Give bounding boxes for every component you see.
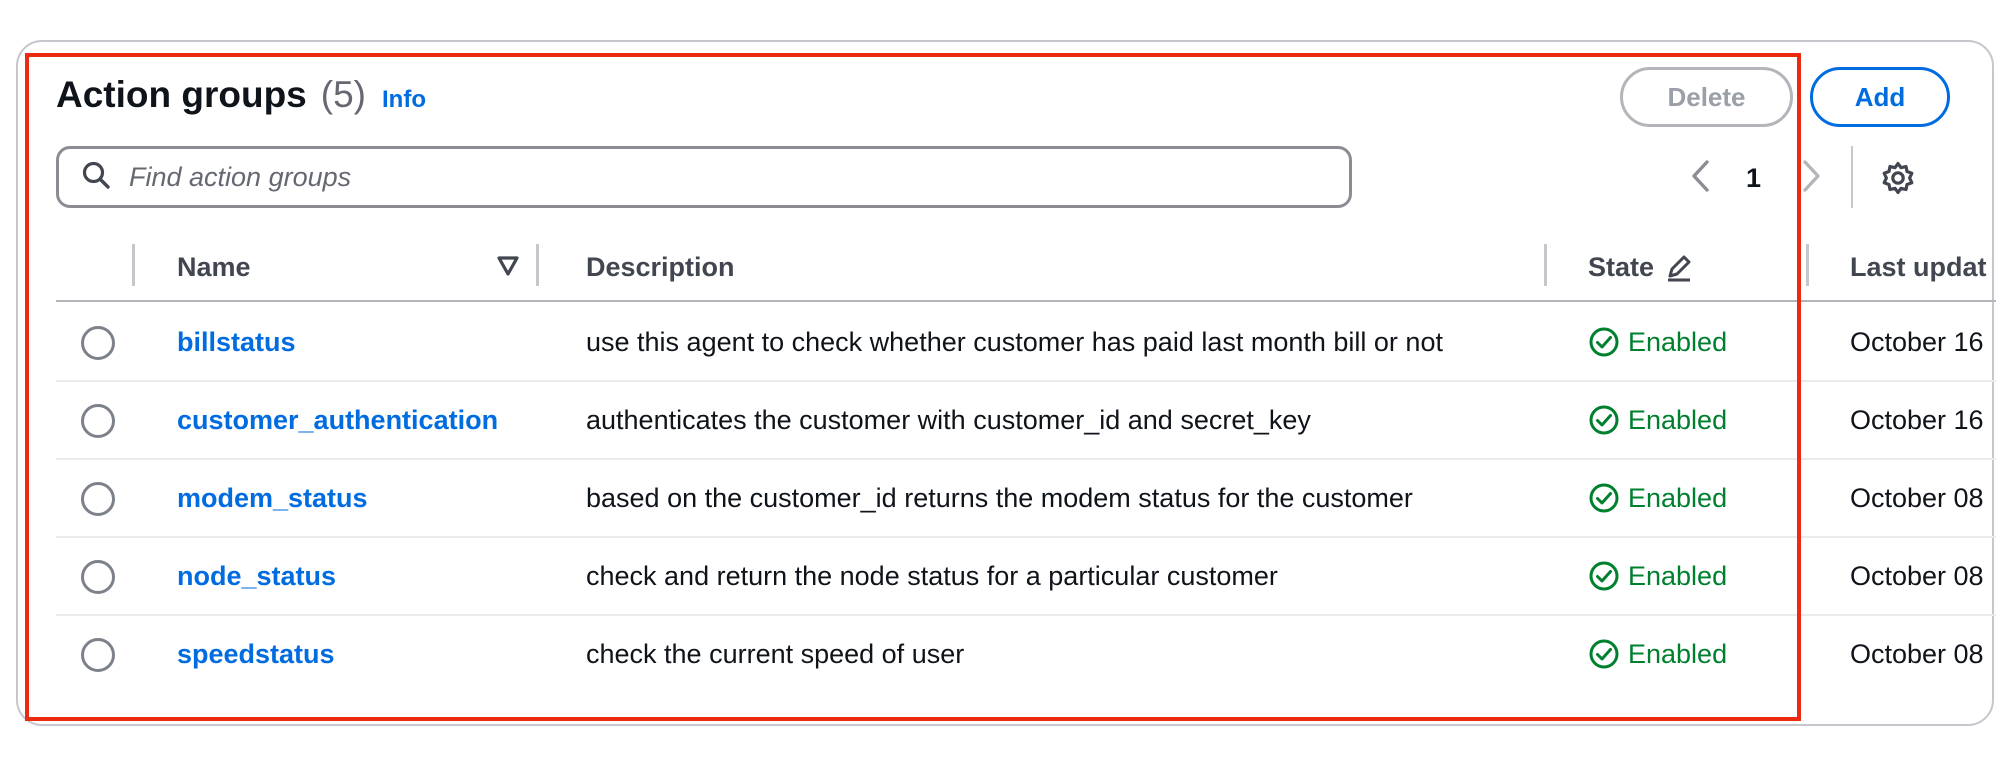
check-circle-icon: [1588, 482, 1628, 514]
column-header-name[interactable]: Name: [177, 234, 251, 300]
previous-page-button[interactable]: [1690, 150, 1712, 206]
last-updated-value: October 08: [1850, 638, 1984, 669]
info-link[interactable]: Info: [382, 86, 426, 114]
state-label: Enabled: [1628, 560, 1728, 591]
next-page-button[interactable]: [1800, 150, 1822, 206]
check-circle-icon: [1588, 638, 1628, 670]
last-updated-value: October 08: [1850, 482, 1984, 513]
state-label: Enabled: [1628, 404, 1728, 435]
action-group-name-link[interactable]: node_status: [177, 561, 336, 592]
add-button[interactable]: Add: [1810, 67, 1950, 127]
last-updated-value: October 16: [1850, 404, 1984, 435]
table-header: Name Description State Last updat: [56, 234, 1996, 302]
page-title: Action groups: [56, 74, 307, 115]
column-header-state: State: [1588, 234, 1694, 300]
column-header-last-updated-label: Last updat: [1850, 251, 1987, 282]
row-select-radio[interactable]: [81, 326, 115, 360]
state-badge: Enabled: [1588, 460, 1727, 536]
state-label: Enabled: [1628, 482, 1728, 513]
state-badge: Enabled: [1588, 304, 1727, 380]
state-label: Enabled: [1628, 638, 1728, 669]
state-badge: Enabled: [1588, 382, 1727, 458]
state-badge: Enabled: [1588, 538, 1727, 614]
table-row: speedstatus check the current speed of us…: [56, 616, 1996, 694]
column-divider: [1544, 244, 1547, 286]
action-group-description: use this agent to check whether customer…: [586, 326, 1443, 357]
row-select-radio[interactable]: [81, 638, 115, 672]
chevron-right-icon: [1800, 158, 1822, 199]
action-group-name-link[interactable]: speedstatus: [177, 639, 335, 670]
table-row: customer_authentication authenticates the…: [56, 382, 1996, 460]
action-group-description: based on the customer_id returns the mod…: [586, 482, 1413, 513]
action-group-name-link[interactable]: modem_status: [177, 483, 368, 514]
state-badge: Enabled: [1588, 616, 1727, 692]
gear-icon: [1880, 161, 1916, 200]
row-select-radio[interactable]: [81, 404, 115, 438]
header: Action groups (5) Info: [56, 74, 426, 124]
column-divider: [132, 244, 135, 286]
action-group-name-link[interactable]: billstatus: [177, 327, 296, 358]
sort-down-icon[interactable]: [496, 254, 520, 283]
last-updated-value: October 16: [1850, 326, 1984, 357]
pager-divider: [1851, 146, 1853, 208]
action-group-description: check and return the node status for a p…: [586, 560, 1278, 591]
row-select-radio[interactable]: [81, 560, 115, 594]
item-count: (5): [320, 74, 366, 115]
page-number[interactable]: 1: [1746, 150, 1761, 206]
column-header-name-label: Name: [177, 251, 251, 282]
chevron-left-icon: [1690, 158, 1712, 199]
column-header-last-updated: Last updat: [1850, 234, 1987, 300]
column-divider: [1806, 244, 1809, 286]
search-input[interactable]: [127, 160, 1277, 194]
column-header-description-label: Description: [586, 251, 735, 282]
table-row: billstatus use this agent to check whethe…: [56, 304, 1996, 382]
search-field[interactable]: [56, 146, 1352, 208]
check-circle-icon: [1588, 560, 1628, 592]
action-group-description: authenticates the customer with customer…: [586, 404, 1311, 435]
column-header-description: Description: [586, 234, 735, 300]
search-icon: [81, 160, 111, 195]
action-group-name-link[interactable]: customer_authentication: [177, 405, 498, 436]
table-row: node_status check and return the node sta…: [56, 538, 1996, 616]
table-row: modem_status based on the customer_id ret…: [56, 460, 1996, 538]
action-group-description: check the current speed of user: [586, 638, 965, 669]
pencil-icon: [1664, 252, 1694, 282]
preferences-button[interactable]: [1880, 160, 1916, 196]
delete-button[interactable]: Delete: [1620, 67, 1793, 127]
column-header-state-label: State: [1588, 251, 1655, 282]
last-updated-value: October 08: [1850, 560, 1984, 591]
check-circle-icon: [1588, 326, 1628, 358]
column-divider: [536, 244, 539, 286]
state-label: Enabled: [1628, 326, 1728, 357]
row-select-radio[interactable]: [81, 482, 115, 516]
check-circle-icon: [1588, 404, 1628, 436]
